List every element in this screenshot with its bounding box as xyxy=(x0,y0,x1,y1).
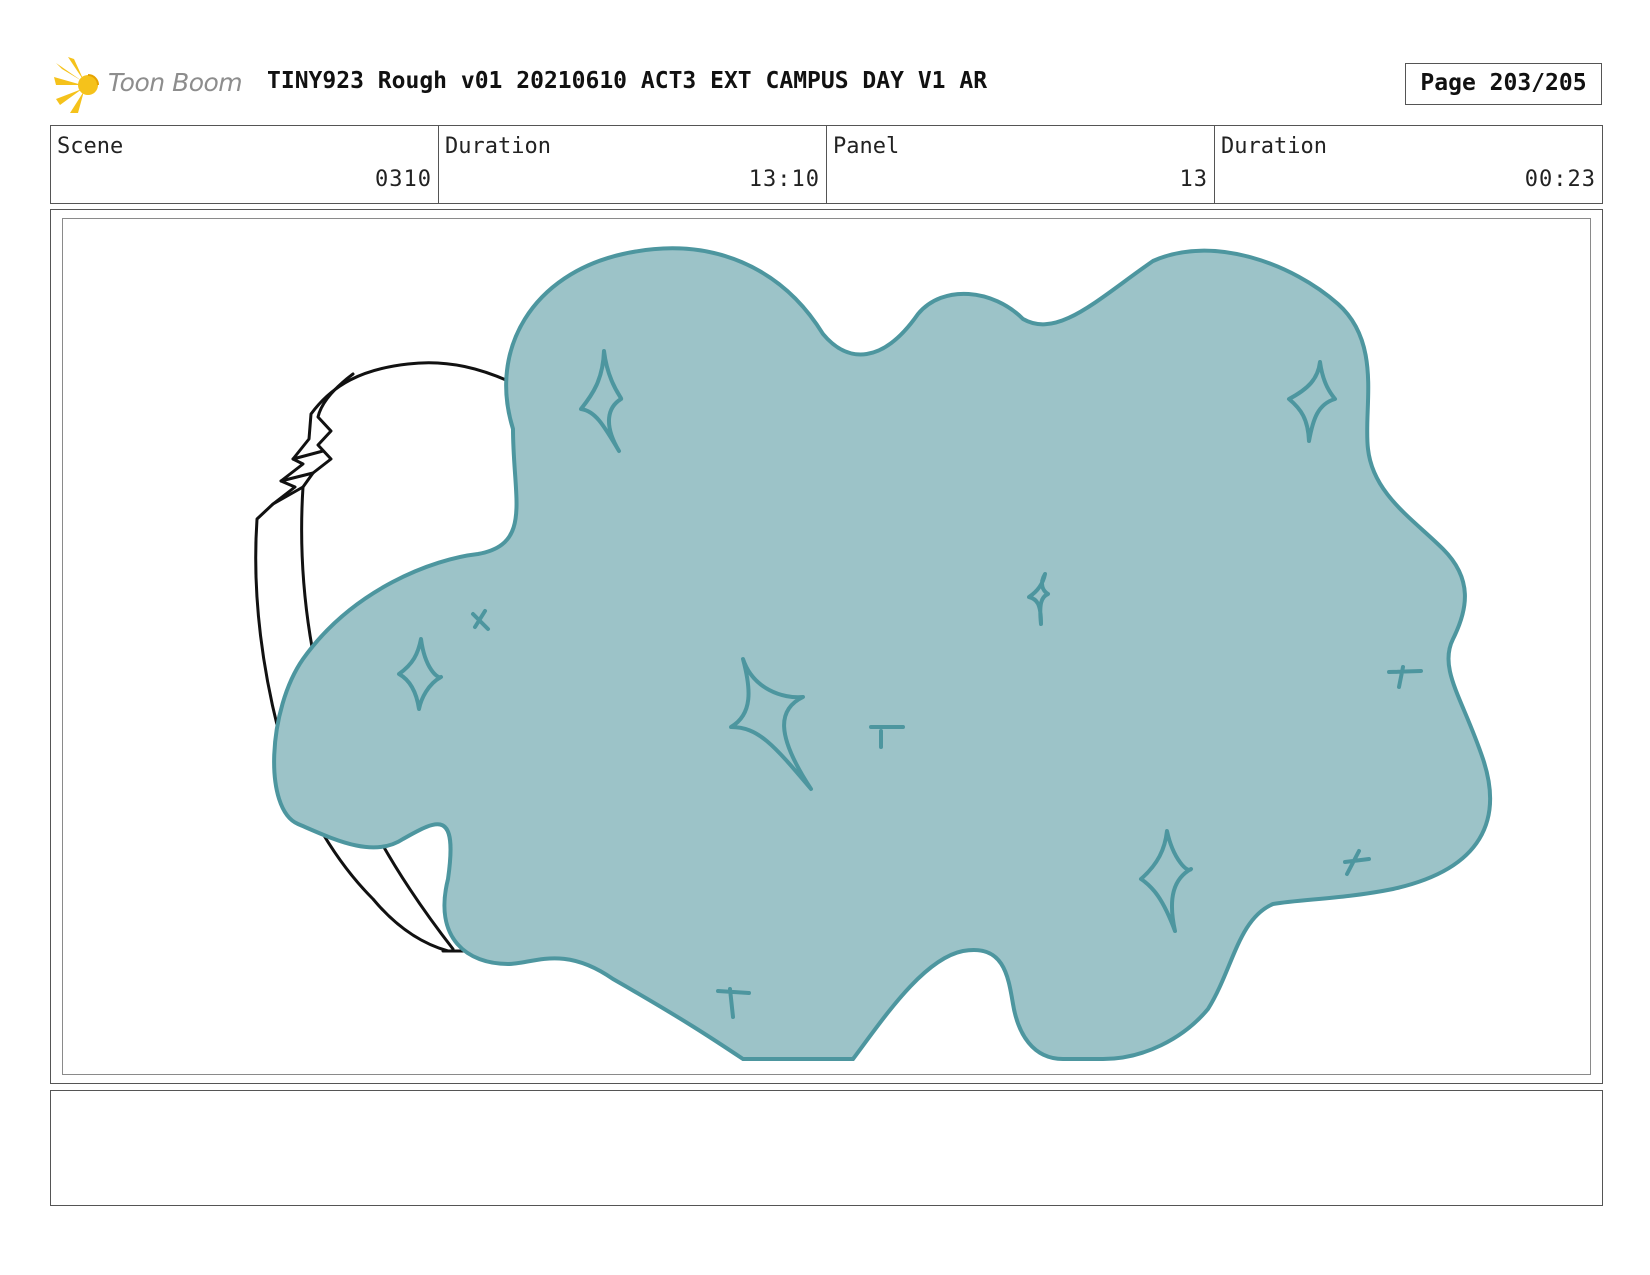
scene-duration-cell: Duration 13:10 xyxy=(439,126,827,203)
scene-value: 0310 xyxy=(375,167,432,192)
document-title: TINY923 Rough v01 20210610 ACT3 EXT CAMP… xyxy=(267,68,988,94)
panel-label: Panel xyxy=(833,134,900,159)
panel-cell: Panel 13 xyxy=(827,126,1215,203)
panel-duration-value: 00:23 xyxy=(1524,167,1596,192)
panel-duration-cell: Duration 00:23 xyxy=(1215,126,1602,203)
panel-drawing xyxy=(254,246,1492,1061)
storyboard-panel xyxy=(50,209,1603,1084)
panel-info-table: Scene 0310 Duration 13:10 Panel 13 Durat… xyxy=(50,125,1603,204)
panel-image-area xyxy=(62,218,1591,1075)
page-number-label: Page 203/205 xyxy=(1420,70,1587,96)
panel-value: 13 xyxy=(1179,167,1208,192)
panel-notes-box xyxy=(50,1090,1603,1206)
scene-label: Scene xyxy=(57,134,124,159)
panel-duration-label: Duration xyxy=(1221,134,1327,159)
scene-cell: Scene 0310 xyxy=(51,126,439,203)
page-indicator: Page 203/205 xyxy=(1405,63,1602,105)
scene-duration-label: Duration xyxy=(445,134,551,159)
scene-duration-value: 13:10 xyxy=(748,167,820,192)
logo-wordmark: Toon Boom xyxy=(108,68,243,97)
toon-boom-logo-icon xyxy=(54,57,99,113)
teal-cloud-shape xyxy=(272,246,1492,1061)
